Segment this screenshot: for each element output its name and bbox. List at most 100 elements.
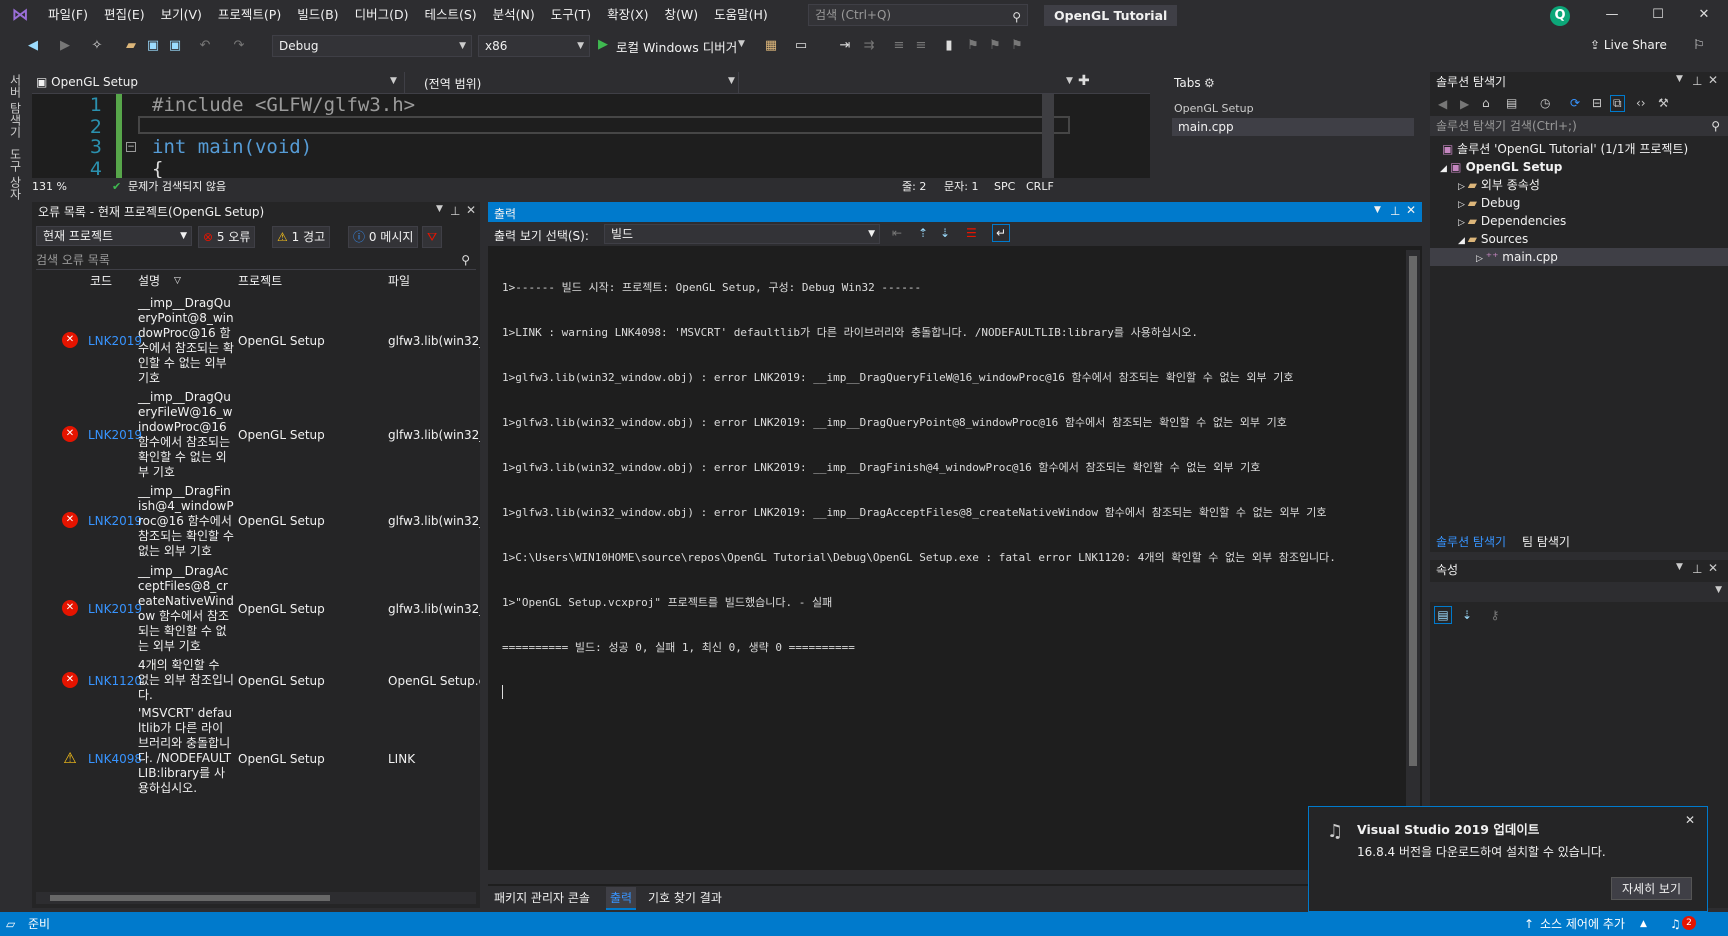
save-icon[interactable]: ▣ — [144, 37, 162, 55]
property-pages-icon[interactable]: ⚷ — [1486, 606, 1504, 624]
zoom-level[interactable]: 131 % — [32, 178, 67, 196]
close-icon[interactable]: ✕ — [1406, 203, 1416, 217]
chevron-down-icon[interactable]: ▼ — [1066, 76, 1073, 86]
chevron-down-icon[interactable]: ▼ — [728, 76, 735, 86]
scope-dropdown[interactable]: (전역 범위) — [424, 75, 481, 92]
close-icon[interactable]: ✕ — [466, 203, 476, 217]
panel-menu-icon[interactable]: ▼ — [1676, 74, 1683, 84]
panel-menu-icon[interactable]: ▼ — [1676, 562, 1683, 572]
refresh-icon[interactable]: ⟳ — [1570, 96, 1580, 110]
menu-test[interactable]: 테스트(S) — [416, 0, 484, 30]
uncomment-icon[interactable]: ≡ — [912, 37, 930, 55]
error-code[interactable]: LNK2019 — [88, 428, 142, 442]
menu-file[interactable]: 파일(F) — [40, 0, 96, 30]
pin-icon[interactable]: ⊥ — [1692, 562, 1702, 576]
categorized-icon[interactable]: ▤ — [1434, 606, 1452, 624]
pin-icon[interactable]: ⊥ — [1390, 204, 1400, 218]
warning-code[interactable]: LNK4098 — [88, 752, 142, 766]
pin-icon[interactable]: ⊥ — [450, 204, 460, 218]
table-row[interactable]: ✕ LNK2019 __imp__DragQueryFileW@16_windo… — [32, 388, 480, 480]
collapse-all-icon[interactable]: ⊟ — [1592, 96, 1602, 110]
table-row[interactable]: ✕ LNK2019 __imp__DragQueryPoint@8_window… — [32, 294, 480, 386]
step-over-icon[interactable]: ⇉ — [860, 37, 878, 55]
redo-icon[interactable]: ↷ — [230, 37, 248, 55]
error-code[interactable]: LNK2019 — [88, 334, 142, 348]
play-icon[interactable]: ▶ — [598, 37, 608, 52]
details-button[interactable]: 자세히 보기 — [1611, 877, 1693, 900]
tree-main-cpp[interactable]: ▷ ⁺⁺ main.cpp — [1476, 248, 1558, 268]
search-icon[interactable]: ⚲ — [1711, 116, 1720, 136]
tree-debug[interactable]: ▷ ▰ Debug — [1458, 194, 1520, 214]
close-icon[interactable]: ✕ — [1708, 73, 1718, 87]
avatar[interactable]: Q — [1550, 6, 1570, 26]
close-icon[interactable]: ✕ — [1685, 813, 1695, 827]
prev-message-icon[interactable]: ⇡ — [918, 226, 928, 240]
error-search-input[interactable]: 검색 오류 목록 ⚲ — [36, 250, 476, 270]
close-icon[interactable]: ✕ — [1688, 4, 1720, 26]
back-icon[interactable]: ◀ — [1438, 97, 1447, 111]
scrollbar-thumb[interactable] — [50, 895, 330, 901]
menu-help[interactable]: 도움말(H) — [706, 0, 776, 30]
table-row[interactable]: ✕ LNK2019 __imp__DragAcceptFiles@8_creat… — [32, 562, 480, 654]
menu-debug[interactable]: 디버그(D) — [347, 0, 417, 30]
menu-build[interactable]: 빌드(B) — [289, 0, 346, 30]
history-icon[interactable]: ◷ — [1540, 96, 1550, 110]
code-editor[interactable]: 1 2 3 4 #include <GLFW/glfw3.h> − int ma… — [32, 94, 1150, 178]
project-dropdown[interactable]: ▣ OpenGL Setup — [36, 75, 138, 89]
collapse-icon[interactable]: − — [126, 142, 136, 152]
code-view-icon[interactable]: ‹› — [1636, 96, 1646, 110]
word-wrap-icon[interactable]: ↵ — [992, 224, 1010, 242]
gear-icon[interactable]: ⚙ — [1204, 76, 1215, 90]
prev-bookmark-icon[interactable]: ⚑ — [964, 37, 982, 55]
sort-icon[interactable]: ▽ — [174, 272, 181, 290]
attach-icon[interactable]: ▦ — [762, 37, 780, 55]
new-project-icon[interactable]: ✧ — [88, 37, 106, 55]
horizontal-scrollbar[interactable] — [488, 870, 1404, 884]
home-icon[interactable]: ⌂ — [1482, 96, 1490, 110]
minimize-icon[interactable]: — — [1596, 4, 1628, 26]
alphabetical-icon[interactable]: ⇣ — [1458, 606, 1476, 624]
errors-filter-button[interactable]: ⊗ 5 오류 — [198, 226, 256, 248]
chevron-down-icon[interactable]: ▼ — [738, 39, 745, 49]
platform-dropdown[interactable]: x86 ▼ — [478, 35, 590, 57]
properties-object-dropdown[interactable]: ▼ — [1430, 582, 1728, 602]
menu-edit[interactable]: 편집(E) — [96, 0, 153, 30]
config-dropdown[interactable]: Debug ▼ — [272, 35, 472, 57]
chevron-down-icon[interactable]: ▼ — [390, 76, 397, 86]
diagnostics-icon[interactable]: ▭ — [792, 37, 810, 55]
search-icon[interactable]: ⚲ — [461, 250, 470, 270]
save-all-icon[interactable]: ▣ — [166, 37, 184, 55]
next-bookmark-icon[interactable]: ⚑ — [986, 37, 1004, 55]
table-row[interactable]: ✕ LNK1120 4개의 확인할 수 없는 외부 참조입니다. OpenGL … — [32, 656, 480, 702]
comment-icon[interactable]: ≡ — [890, 37, 908, 55]
panel-menu-icon[interactable]: ▼ — [1374, 205, 1381, 215]
tree-sources[interactable]: ◢ ▰ Sources — [1458, 230, 1528, 250]
feedback-icon[interactable]: ⚐ — [1690, 37, 1708, 55]
tree-project[interactable]: ◢ ▣ OpenGL Setup — [1440, 158, 1562, 178]
tab-server-explorer[interactable]: 서버 탐색기 — [8, 74, 24, 138]
error-code[interactable]: LNK2019 — [88, 514, 142, 528]
next-message-icon[interactable]: ⇣ — [940, 226, 950, 240]
menu-project[interactable]: 프로젝트(P) — [210, 0, 289, 30]
panel-menu-icon[interactable]: ▼ — [436, 204, 443, 214]
tab-output[interactable]: 출력 — [606, 887, 637, 910]
tab-package-manager-console[interactable]: 패키지 관리자 콘솔 — [494, 889, 590, 906]
output-source-dropdown[interactable]: 빌드 ▼ — [604, 224, 880, 244]
tab-main-cpp[interactable]: main.cpp — [1172, 118, 1414, 136]
split-icon[interactable]: ✚ — [1078, 73, 1090, 89]
horizontal-scrollbar[interactable] — [36, 892, 476, 904]
menu-view[interactable]: 보기(V) — [153, 0, 210, 30]
tab-toolbox[interactable]: 도구 상자 — [8, 148, 24, 200]
back-icon[interactable]: ◀ — [24, 37, 42, 55]
switch-views-icon[interactable]: ▤ — [1506, 96, 1517, 110]
issues-status[interactable]: 문제가 검색되지 않음 — [128, 178, 226, 196]
filter-icon[interactable]: ⛛ — [422, 226, 443, 248]
tree-solution[interactable]: ▣ 솔루션 'OpenGL Tutorial' (1/1개 프로젝트) — [1442, 140, 1688, 158]
warnings-filter-button[interactable]: ⚠ 1 경고 — [272, 226, 331, 248]
error-code[interactable]: LNK2019 — [88, 602, 142, 616]
open-folder-icon[interactable]: ▰ — [122, 37, 140, 55]
error-code[interactable]: LNK1120 — [88, 674, 142, 688]
undo-icon[interactable]: ↶ — [196, 37, 214, 55]
tab-team-explorer[interactable]: 팀 탐색기 — [1522, 533, 1570, 550]
scope-dropdown[interactable]: 현재 프로젝트 ▼ — [36, 226, 192, 246]
